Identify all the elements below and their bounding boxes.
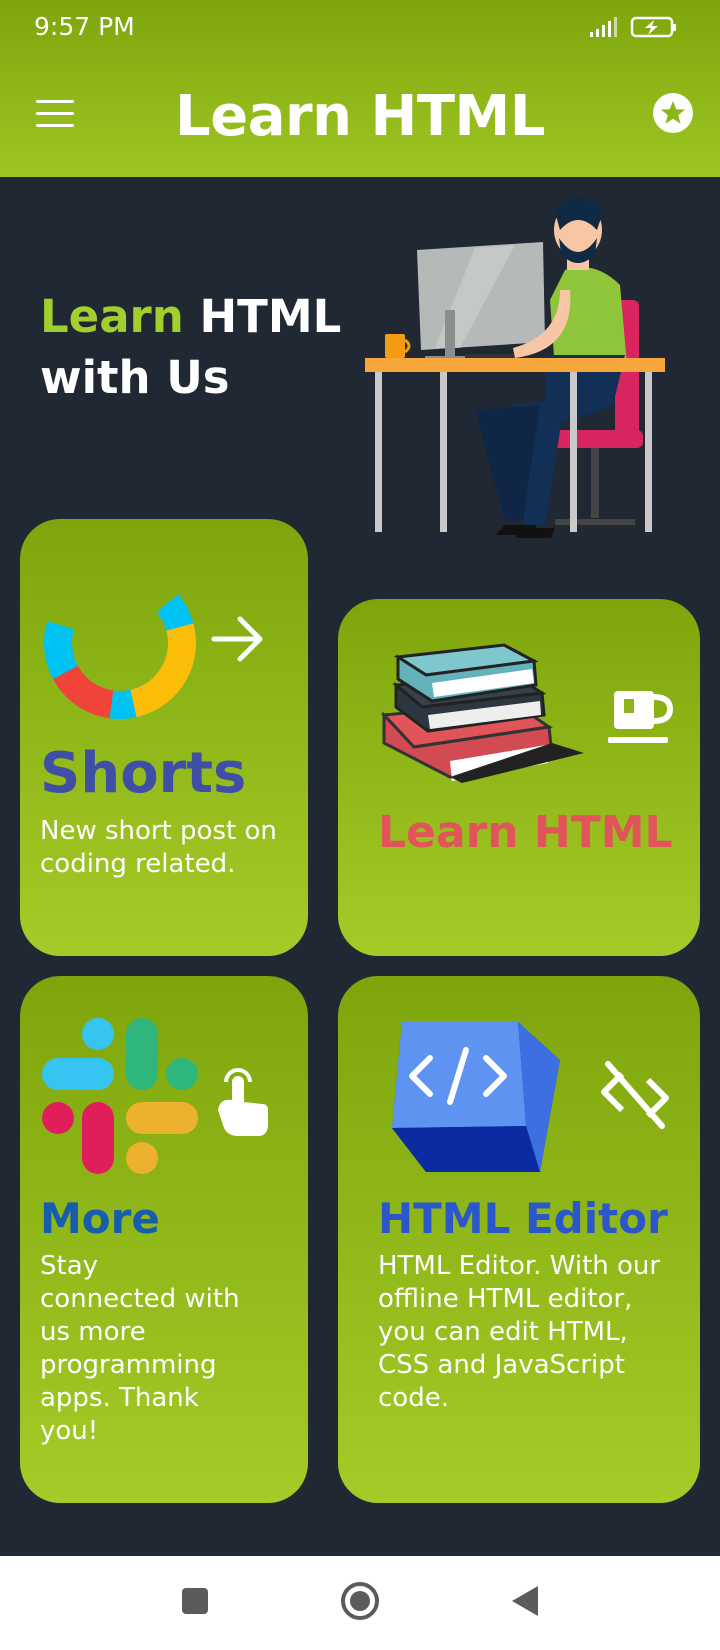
coffee-cup-icon (608, 691, 674, 743)
learn-html-title: Learn HTML (378, 807, 673, 858)
hero-word-learn: Learn (40, 290, 184, 343)
app-title: Learn HTML (175, 84, 545, 149)
shorts-description: New short post on coding related. (40, 816, 277, 879)
signal-icon (590, 17, 617, 37)
learn-html-card[interactable]: Learn HTML (338, 599, 700, 956)
system-nav-bar (0, 1556, 720, 1650)
hero-line-2: with Us (40, 351, 230, 404)
status-time: 9:57 PM (34, 12, 135, 41)
hero-heading: Learn HTML with Us (40, 286, 341, 408)
recents-button[interactable] (180, 1586, 210, 1621)
arrow-right-icon (211, 616, 263, 662)
shorts-title: Shorts (40, 741, 247, 806)
code-cube-icon (392, 1022, 560, 1172)
html-editor-description: HTML Editor. With our offline HTML edito… (378, 1251, 661, 1413)
more-title: More (40, 1194, 160, 1243)
more-card[interactable]: More Stay connected with us more program… (20, 976, 308, 1503)
star-icon[interactable] (652, 92, 694, 134)
more-description: Stay connected with us more programming … (40, 1251, 240, 1446)
tap-hand-icon (218, 1068, 268, 1136)
developer-illustration (365, 197, 665, 538)
slack-logo-icon (42, 1018, 198, 1174)
html-editor-card[interactable]: HTML Editor HTML Editor. With our offlin… (338, 976, 700, 1503)
hero-word-html: HTML (183, 290, 342, 343)
status-icons (590, 16, 680, 43)
app-bar: 9:57 PM Learn HTML (0, 0, 720, 177)
html-editor-title: HTML Editor (378, 1194, 668, 1243)
shorts-ring-icon (44, 567, 196, 719)
back-button[interactable] (508, 1584, 540, 1623)
books-icon (380, 643, 584, 783)
battery-charging-icon (630, 16, 676, 38)
home-button[interactable] (340, 1581, 380, 1626)
code-off-icon (601, 1061, 669, 1129)
shorts-card[interactable]: Shorts New short post on coding related. (20, 519, 308, 956)
